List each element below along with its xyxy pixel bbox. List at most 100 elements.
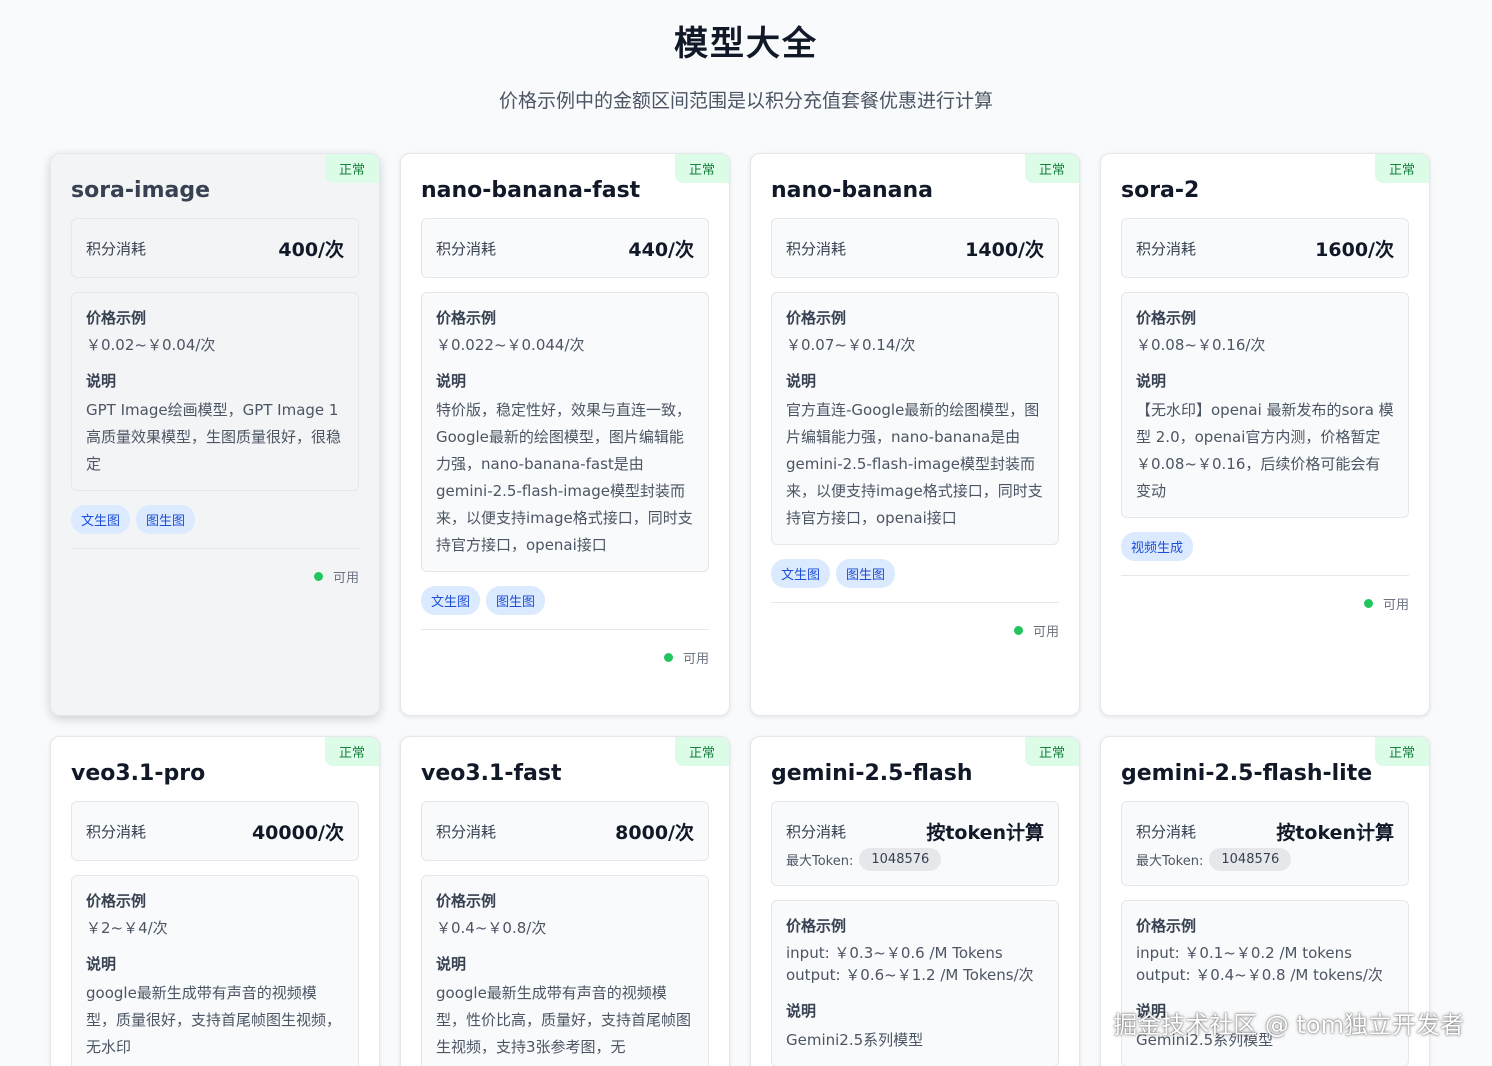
tag-list: 文生图 图生图 bbox=[421, 586, 709, 630]
cost-box: 积分消耗 按token计算 最大Token: 1048576 bbox=[1121, 801, 1409, 886]
model-name: veo3.1-pro bbox=[71, 761, 206, 786]
cost-box: 积分消耗 1400/次 bbox=[771, 218, 1059, 278]
availability: 可用 bbox=[771, 603, 1059, 640]
status-badge: 正常 bbox=[324, 154, 379, 183]
tag-badge: 视频生成 bbox=[1121, 532, 1194, 561]
model-name: gemini-2.5-flash bbox=[771, 761, 973, 786]
status-dot-icon bbox=[663, 653, 673, 662]
max-token-row: 最大Token: 1048576 bbox=[786, 848, 1044, 885]
price-range: ￥0.07~￥0.14/次 bbox=[786, 336, 916, 354]
model-name: nano-banana-fast bbox=[421, 178, 641, 203]
model-card-veo3-1-fast[interactable]: 正常 veo3.1-fast 积分消耗 8000/次 价格示例 ￥0.4~￥0.… bbox=[400, 736, 730, 1066]
model-name: sora-2 bbox=[1121, 178, 1200, 203]
tag-list: 文生图 图生图 bbox=[771, 559, 1059, 603]
availability: 可用 bbox=[1121, 576, 1409, 613]
info-box: 价格示例 input: ￥0.3~￥0.6 /M Tokens output: … bbox=[771, 900, 1059, 1066]
model-card-nano-banana[interactable]: 正常 nano-banana 积分消耗 1400/次 价格示例 ￥0.07~￥0… bbox=[750, 153, 1080, 716]
availability-label: 可用 bbox=[332, 571, 359, 586]
description-label: 说明 bbox=[86, 955, 117, 973]
model-card-gemini-2-5-flash[interactable]: 正常 gemini-2.5-flash 积分消耗 按token计算 最大Toke… bbox=[750, 736, 1080, 1066]
availability: 可用 bbox=[71, 549, 359, 586]
availability-label: 可用 bbox=[682, 652, 709, 667]
tag-badge: 文生图 bbox=[421, 586, 481, 615]
price-range: input: ￥0.1~￥0.2 /M tokens output: ￥0.4~… bbox=[1136, 942, 1394, 986]
max-token-label: 最大Token: bbox=[786, 854, 854, 869]
price-example-label: 价格示例 bbox=[1136, 309, 1197, 327]
model-card-sora-image[interactable]: 正常 sora-image 积分消耗 400/次 价格示例 ￥0.02~￥0.0… bbox=[50, 153, 380, 716]
tag-badge: 文生图 bbox=[71, 505, 131, 534]
model-name: veo3.1-fast bbox=[421, 761, 562, 786]
description-text: 官方直连-Google最新的绘图模型，图片编辑能力强，nano-banana是由… bbox=[786, 401, 1043, 527]
price-input: input: ￥0.1~￥0.2 /M tokens bbox=[1136, 944, 1352, 962]
status-badge: 正常 bbox=[1024, 154, 1079, 183]
page-subtitle: 价格示例中的金额区间范围是以积分充值套餐优惠进行计算 bbox=[498, 90, 993, 112]
price-range: ￥2~￥4/次 bbox=[86, 919, 168, 937]
watermark: 掘金技术社区 @ tom独立开发者 bbox=[1113, 1011, 1464, 1039]
cost-label: 积分消耗 bbox=[436, 822, 497, 841]
price-range: ￥0.02~￥0.04/次 bbox=[86, 336, 216, 354]
status-badge: 正常 bbox=[1374, 737, 1429, 766]
cost-value: 400/次 bbox=[278, 238, 344, 261]
description-text: 特价版，稳定性好，效果与直连一致，Google最新的绘图模型，图片编辑能力强，n… bbox=[436, 401, 693, 554]
cost-box: 积分消耗 8000/次 bbox=[421, 801, 709, 861]
price-input: input: ￥0.3~￥0.6 /M Tokens bbox=[786, 944, 1003, 962]
status-dot-icon bbox=[1363, 599, 1373, 608]
price-example-label: 价格示例 bbox=[786, 309, 847, 327]
cost-box: 积分消耗 40000/次 bbox=[71, 801, 359, 861]
model-card-veo3-1-pro[interactable]: 正常 veo3.1-pro 积分消耗 40000/次 价格示例 ￥2~￥4/次 … bbox=[50, 736, 380, 1066]
info-box: 价格示例 ￥0.07~￥0.14/次 说明 官方直连-Google最新的绘图模型… bbox=[771, 292, 1059, 545]
description-label: 说明 bbox=[86, 372, 117, 390]
availability-label: 可用 bbox=[1032, 625, 1059, 640]
description-text: 【无水印】openai 最新发布的sora 模型 2.0，openai官方内测，… bbox=[1136, 401, 1394, 500]
cost-label: 积分消耗 bbox=[86, 822, 147, 841]
status-badge: 正常 bbox=[1374, 154, 1429, 183]
price-output: output: ￥0.6~￥1.2 /M Tokens/次 bbox=[786, 966, 1034, 984]
status-badge: 正常 bbox=[324, 737, 379, 766]
description-text: google最新生成带有声音的视频模型，质量很好，支持首尾帧图生视频，无水印 bbox=[86, 984, 342, 1056]
max-token-value: 1048576 bbox=[859, 848, 942, 871]
tag-list: 视频生成 bbox=[1121, 532, 1409, 576]
status-dot-icon bbox=[1013, 626, 1023, 635]
price-range: ￥0.08~￥0.16/次 bbox=[1136, 336, 1266, 354]
info-box: 价格示例 ￥2~￥4/次 说明 google最新生成带有声音的视频模型，质量很好… bbox=[71, 875, 359, 1066]
info-box: 价格示例 ￥0.022~￥0.044/次 说明 特价版，稳定性好，效果与直连一致… bbox=[421, 292, 709, 572]
cost-label: 积分消耗 bbox=[86, 239, 147, 258]
price-range: input: ￥0.3~￥0.6 /M Tokens output: ￥0.6~… bbox=[786, 942, 1044, 986]
price-example-label: 价格示例 bbox=[86, 892, 147, 910]
info-box: 价格示例 ￥0.4~￥0.8/次 说明 google最新生成带有声音的视频模型，… bbox=[421, 875, 709, 1066]
description-label: 说明 bbox=[786, 372, 817, 390]
tag-badge: 图生图 bbox=[486, 586, 546, 615]
cost-label: 积分消耗 bbox=[1136, 822, 1197, 841]
description-text: google最新生成带有声音的视频模型，性价比高，质量好，支持首尾帧图生视频，支… bbox=[436, 984, 692, 1056]
description-label: 说明 bbox=[436, 372, 467, 390]
description-label: 说明 bbox=[786, 1002, 817, 1020]
availability: 可用 bbox=[421, 630, 709, 667]
cost-value: 按token计算 bbox=[1276, 821, 1394, 844]
cost-box: 积分消耗 440/次 bbox=[421, 218, 709, 278]
model-card-sora-2[interactable]: 正常 sora-2 积分消耗 1600/次 价格示例 ￥0.08~￥0.16/次… bbox=[1100, 153, 1430, 716]
model-grid: 正常 sora-image 积分消耗 400/次 价格示例 ￥0.02~￥0.0… bbox=[50, 153, 1432, 1066]
price-range: ￥0.4~￥0.8/次 bbox=[436, 919, 547, 937]
max-token-row: 最大Token: 1048576 bbox=[1136, 848, 1394, 885]
cost-box: 积分消耗 按token计算 最大Token: 1048576 bbox=[771, 801, 1059, 886]
cost-value: 40000/次 bbox=[251, 821, 344, 844]
info-box: 价格示例 ￥0.08~￥0.16/次 说明 【无水印】openai 最新发布的s… bbox=[1121, 292, 1409, 518]
model-name: gemini-2.5-flash-lite bbox=[1121, 761, 1373, 786]
cost-value: 1400/次 bbox=[965, 238, 1044, 261]
cost-label: 积分消耗 bbox=[786, 239, 847, 258]
price-output: output: ￥0.4~￥0.8 /M tokens/次 bbox=[1136, 966, 1383, 984]
tag-badge: 文生图 bbox=[771, 559, 831, 588]
info-box: 价格示例 ￥0.02~￥0.04/次 说明 GPT Image绘画模型，GPT … bbox=[71, 292, 359, 491]
model-card-nano-banana-fast[interactable]: 正常 nano-banana-fast 积分消耗 440/次 价格示例 ￥0.0… bbox=[400, 153, 730, 716]
cost-label: 积分消耗 bbox=[786, 822, 847, 841]
cost-box: 积分消耗 1600/次 bbox=[1121, 218, 1409, 278]
cost-value: 440/次 bbox=[628, 238, 694, 261]
availability-label: 可用 bbox=[1382, 598, 1409, 613]
model-name: sora-image bbox=[71, 178, 211, 203]
cost-value: 8000/次 bbox=[615, 821, 694, 844]
max-token-label: 最大Token: bbox=[1136, 854, 1204, 869]
price-example-label: 价格示例 bbox=[86, 309, 147, 327]
price-example-label: 价格示例 bbox=[1136, 917, 1197, 935]
cost-value: 1600/次 bbox=[1315, 238, 1394, 261]
description-text: Gemini2.5系列模型 bbox=[786, 1031, 924, 1049]
